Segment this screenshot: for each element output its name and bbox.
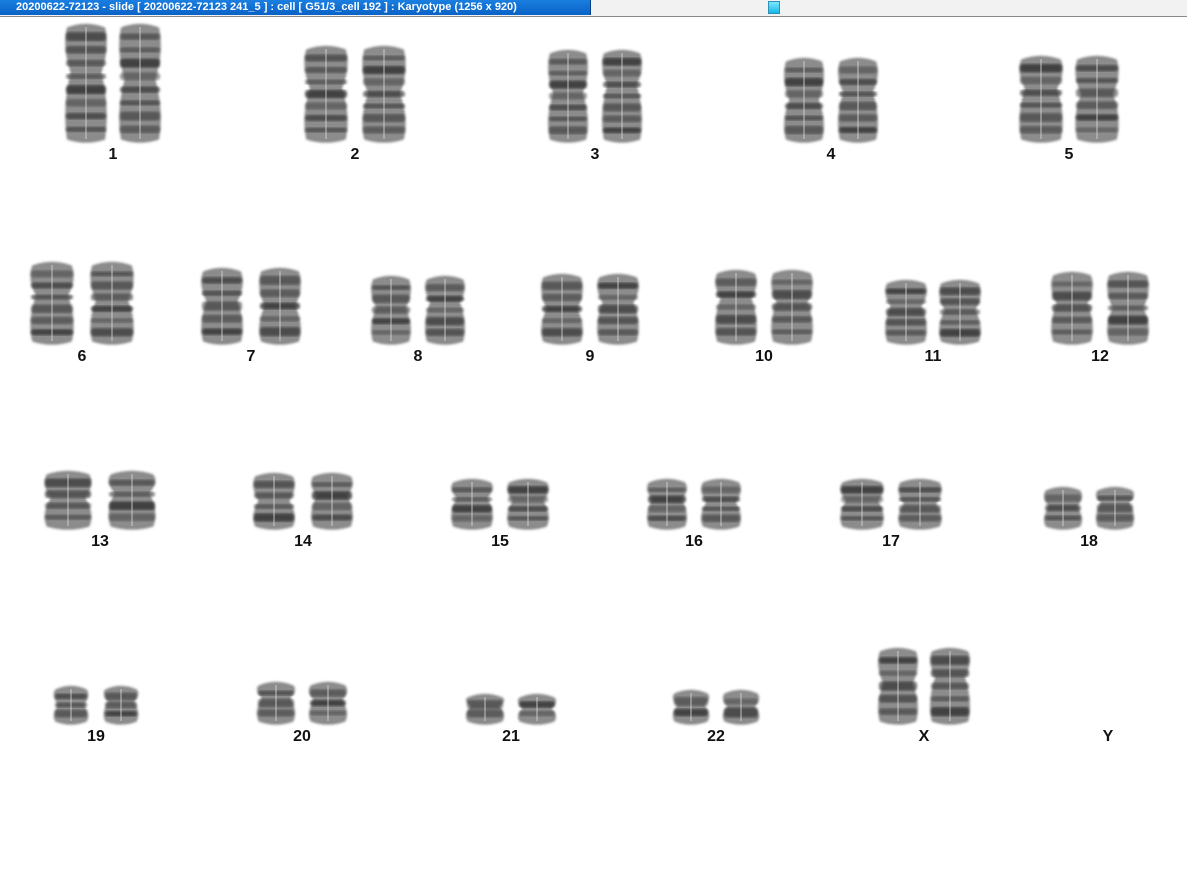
chromosome-7-b-chromatid	[259, 268, 301, 345]
chromosome-label: 5	[1064, 146, 1074, 163]
chromosome-1-a-chromatid	[65, 24, 107, 143]
chromosome-pair-16-image	[647, 479, 741, 530]
chromosome-label: 15	[491, 533, 509, 550]
chromosome-pair-x-image	[878, 648, 970, 725]
chromosome-pair-22-image	[673, 690, 759, 725]
chromosome-label: 20	[293, 728, 311, 745]
title-segment: 20200622-72123 - slide [ 20200622-72123 …	[0, 0, 591, 15]
chromosome-label: 12	[1091, 348, 1109, 365]
chromosome-10-b-chromatid	[771, 270, 813, 345]
chromosome-6-a-chromatid	[30, 262, 74, 345]
chromosome-9-b-chromatid	[597, 274, 639, 345]
chromosome-pair-21-image	[466, 694, 556, 725]
chromosome-pair-1-image	[65, 24, 161, 143]
chromosome-19-b-chromatid	[103, 686, 139, 725]
chromosome-pair-14-image	[253, 473, 353, 530]
chromosome-pair-17-image	[840, 479, 942, 530]
chromosome-5-b-chromatid	[1075, 56, 1119, 143]
chromosome-label: 17	[882, 533, 900, 550]
chromosome-14-b-chromatid	[311, 473, 353, 530]
chromosome-label: 13	[91, 533, 109, 550]
chromosome-pair-11-image	[885, 280, 981, 345]
chromosome-label: 2	[350, 146, 360, 163]
chromosome-label: Y	[1102, 728, 1114, 745]
chromosome-17-b-chromatid	[898, 479, 942, 530]
chromosome-pair-4-image	[784, 58, 878, 143]
chromosome-22-b-chromatid	[723, 690, 759, 725]
chromosome-label: 1	[108, 146, 118, 163]
chromosome-12-b-chromatid	[1107, 272, 1149, 345]
chromosome-pair-3-image	[548, 50, 642, 143]
chromosome-label: 22	[707, 728, 725, 745]
chromosome-16-a-chromatid	[647, 479, 687, 530]
chromosome-18-a-chromatid	[1044, 487, 1082, 530]
chromosome-pair-6-image	[30, 262, 134, 345]
chromosome-5-a-chromatid	[1019, 56, 1063, 143]
chromosome-21-b-chromatid	[518, 694, 556, 725]
chromosome-label: 9	[585, 348, 595, 365]
chromosome-15-b-chromatid	[507, 479, 549, 530]
chromosome-18-b-chromatid	[1096, 487, 1134, 530]
chromosome-label: 6	[77, 348, 87, 365]
chromosome-label: 4	[826, 146, 836, 163]
chromosome-9-a-chromatid	[541, 274, 583, 345]
karyogram-canvas: 1 2 3 4 5 6 7 8 9 10 11 12 13 14 15 16 17 18 19 20 21 22 X Y	[0, 17, 1187, 875]
chromosome-label: 10	[755, 348, 773, 365]
chromosome-label: 18	[1080, 533, 1098, 550]
chromosome-label: 16	[685, 533, 703, 550]
chromosome-19-a-chromatid	[53, 686, 89, 725]
chromosome-pair-18-image	[1044, 487, 1134, 530]
chromosome-pair-8-image	[371, 276, 465, 345]
chromosome-21-a-chromatid	[466, 694, 504, 725]
chromosome-8-a-chromatid	[371, 276, 411, 345]
chromosome-label: 3	[590, 146, 600, 163]
chromosome-1-b-chromatid	[119, 24, 161, 143]
chromosome-pair-20-image	[257, 682, 347, 725]
chromosome-22-a-chromatid	[673, 690, 709, 725]
chromosome-pair-5-image	[1019, 56, 1119, 143]
chromosome-label: 21	[502, 728, 520, 745]
window-title: 20200622-72123 - slide [ 20200622-72123 …	[16, 1, 517, 13]
chromosome-3-a-chromatid	[548, 50, 588, 143]
chromosome-pair-2-image	[304, 46, 406, 143]
chromosome-label: X	[918, 728, 930, 745]
chromosome-13-b-chromatid	[108, 471, 156, 530]
chromosome-8-b-chromatid	[425, 276, 465, 345]
chromosome-20-a-chromatid	[257, 682, 295, 725]
chromosome-7-a-chromatid	[201, 268, 243, 345]
chromosome-2-b-chromatid	[362, 46, 406, 143]
chromosome-20-b-chromatid	[309, 682, 347, 725]
chromosome-label: 7	[246, 348, 256, 365]
chromosome-14-a-chromatid	[253, 473, 295, 530]
chromosome-label: 11	[924, 348, 942, 365]
chromosome-pair-19-image	[53, 686, 139, 725]
chromosome-3-b-chromatid	[602, 50, 642, 143]
chromosome-pair-10-image	[715, 270, 813, 345]
chromosome-11-b-chromatid	[939, 280, 981, 345]
title-bar-handle-icon[interactable]	[768, 1, 780, 14]
chromosome-pair-13-image	[44, 471, 156, 530]
chromosome-pair-7-image	[201, 268, 301, 345]
chromosome-16-b-chromatid	[701, 479, 741, 530]
chromosome-x-a-chromatid	[878, 648, 918, 725]
chromosome-pair-15-image	[451, 479, 549, 530]
chromosome-pair-12-image	[1051, 272, 1149, 345]
chromosome-x-b-chromatid	[930, 648, 970, 725]
chromosome-pair-9-image	[541, 274, 639, 345]
chromosome-11-a-chromatid	[885, 280, 927, 345]
chromosome-label: 19	[87, 728, 105, 745]
chromosome-10-a-chromatid	[715, 270, 757, 345]
chromosome-12-a-chromatid	[1051, 272, 1093, 345]
chromosome-13-a-chromatid	[44, 471, 92, 530]
chromosome-2-a-chromatid	[304, 46, 348, 143]
chromosome-4-a-chromatid	[784, 58, 824, 143]
chromosome-label: 8	[413, 348, 423, 365]
chromosome-label: 14	[294, 533, 312, 550]
chromosome-6-b-chromatid	[90, 262, 134, 345]
chromosome-15-a-chromatid	[451, 479, 493, 530]
window-title-bar[interactable]: 20200622-72123 - slide [ 20200622-72123 …	[0, 0, 1187, 17]
chromosome-17-a-chromatid	[840, 479, 884, 530]
chromosome-4-b-chromatid	[838, 58, 878, 143]
